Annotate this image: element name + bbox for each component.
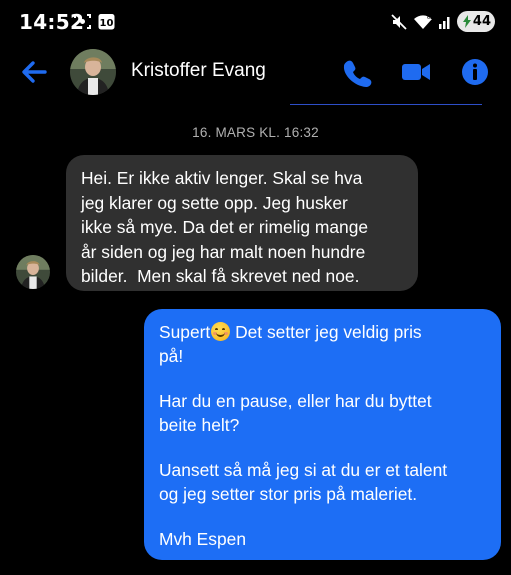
message-signature: Mvh Espen: [159, 529, 246, 549]
wifi-icon: 6E: [414, 15, 433, 29]
message-text: Supert: [159, 322, 211, 342]
battery-level: 44: [472, 14, 491, 29]
message-text: Det setter jeg veldig pris: [230, 322, 422, 342]
message-line: Har du en pause, eller har du byttet: [159, 391, 432, 411]
info-icon[interactable]: [459, 57, 491, 87]
contact-name[interactable]: Kristoffer Evang: [131, 60, 266, 82]
message-line: år siden og jeg har malt noen hundre: [81, 241, 366, 262]
message-line: Uansett så må jeg si at du er et talent: [159, 460, 448, 480]
message-line: beite helt?: [159, 414, 240, 435]
message-line: bilder. Men skal få skrevet ned noe.: [81, 266, 360, 286]
status-bar: 14:52 10 6E 44: [0, 0, 511, 44]
outgoing-message-bubble[interactable]: Supert Det setter jeg veldig pris på! Ha…: [144, 309, 501, 560]
message-line: jeg klarer og sette opp. Jeg husker: [81, 192, 348, 213]
message-line: ikke så mye. Da det er rimelig mange: [81, 217, 369, 237]
contact-avatar[interactable]: [70, 49, 116, 95]
charging-bolt-icon: [462, 15, 471, 28]
message-line: Supert Det setter jeg veldig pris: [159, 321, 487, 345]
screenshot-icon: [74, 13, 91, 29]
incoming-message-bubble[interactable]: Hei. Er ikke aktiv lenger. Skal se hva j…: [66, 155, 418, 291]
message-line: Hei. Er ikke aktiv lenger. Skal se hva: [81, 168, 363, 188]
video-icon[interactable]: [400, 57, 432, 87]
calendar-icon: 10: [98, 14, 115, 30]
svg-text:10: 10: [100, 18, 114, 29]
header-divider: [290, 104, 482, 105]
message-line: på!: [159, 345, 184, 366]
message-line: og jeg setter stor pris på maleriet.: [159, 483, 418, 504]
messenger-chat-screen: 14:52 10 6E 44 Kristoffer Evang 16. MARS…: [0, 0, 511, 575]
sender-avatar[interactable]: [16, 255, 50, 289]
battery-icon: 44: [457, 11, 495, 32]
signal-icon: [439, 16, 450, 29]
status-left-icons: 10: [74, 12, 115, 30]
phone-icon[interactable]: [341, 57, 373, 87]
status-right-icons: 6E 44: [390, 11, 495, 32]
mute-icon: [391, 13, 407, 30]
smiling-face-icon: [211, 322, 231, 341]
back-arrow-icon[interactable]: [18, 57, 50, 87]
svg-text:6E: 6E: [427, 15, 433, 21]
chat-header: Kristoffer Evang: [0, 44, 511, 100]
message-timestamp: 16. MARS KL. 16:32: [192, 125, 319, 140]
